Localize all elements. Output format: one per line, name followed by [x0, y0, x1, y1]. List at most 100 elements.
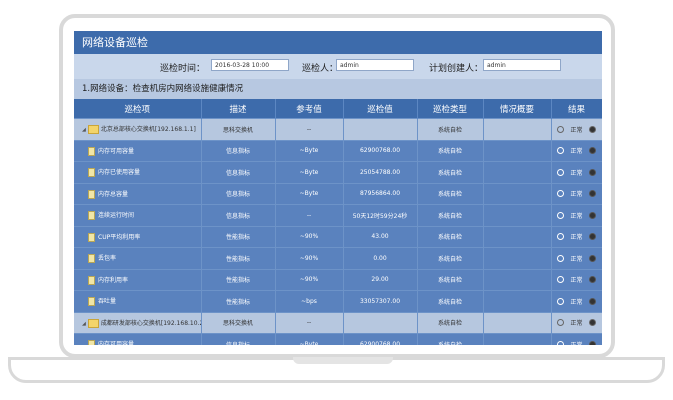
normal-label: 正常	[570, 212, 583, 220]
table-row[interactable]: CUP平均利用率 性能指标 ~90% 43.00 系统自检 正常	[74, 225, 602, 248]
document-icon	[88, 297, 95, 307]
cell-value: 62900768.00	[343, 333, 418, 345]
table-row[interactable]: 丢包率 性能指标 ~90% 0.00 系统自检 正常	[74, 247, 602, 269]
table-row[interactable]: 吞吐量 性能指标 ~bps 33057307.00 系统自检 正常	[74, 290, 602, 312]
normal-radio[interactable]	[556, 211, 564, 219]
normal-radio[interactable]	[556, 233, 564, 241]
abnormal-radio[interactable]	[589, 297, 597, 305]
cell-summary	[483, 247, 552, 269]
table-group-row[interactable]: ◢ 成都研发部核心交换机[192.168.10.23] 思科交换机 -- 系统自检 正常	[74, 311, 602, 334]
cell-ref: ~90%	[275, 268, 344, 291]
cell-item: ◢ 成都研发部核心交换机[192.168.10.23]	[74, 311, 202, 334]
item-name: 吞吐量	[98, 298, 117, 306]
cell-desc: 思科交换机	[201, 118, 276, 140]
cell-item: 内存总容量	[74, 182, 202, 205]
cell-type: 系统自检	[417, 311, 484, 334]
cell-ref: ~90%	[275, 247, 344, 269]
time-input[interactable]: 2016-03-28 10:00	[211, 59, 289, 71]
abnormal-radio[interactable]	[589, 254, 597, 262]
cell-desc: 信息指标	[201, 333, 276, 345]
cell-type: 系统自检	[417, 268, 484, 291]
cell-item: CUP平均利用率	[74, 225, 202, 248]
cell-result: 正常	[551, 118, 602, 140]
folder-icon	[87, 125, 99, 135]
document-icon	[88, 189, 95, 199]
app-screen: 网络设备巡检 巡检时间： 2016-03-28 10:00 巡检人： admin…	[74, 31, 602, 345]
normal-label: 正常	[570, 234, 583, 242]
cell-type: 系统自检	[417, 333, 484, 345]
cell-value: 25054788.00	[343, 161, 418, 183]
cell-type: 系统自检	[417, 161, 484, 183]
normal-label: 正常	[570, 126, 583, 134]
person-input[interactable]: admin	[336, 59, 414, 71]
folder-icon	[87, 318, 99, 328]
cell-desc: 性能指标	[201, 290, 276, 312]
creator-input[interactable]: admin	[483, 59, 561, 71]
table-row[interactable]: 内存可用容量信息指标~Byte62900768.00系统自检正常	[74, 333, 602, 345]
cell-type: 系统自检	[417, 290, 484, 312]
cell-ref: ~Byte	[275, 139, 344, 162]
table-row[interactable]: 内存总容量 信息指标 ~Byte 87956864.00 系统自检 正常	[74, 182, 602, 205]
cell-value	[343, 118, 418, 140]
normal-label: 正常	[570, 320, 583, 328]
cell-ref: ~Byte	[275, 161, 344, 183]
item-name: 成都研发部核心交换机[192.168.10.23]	[100, 319, 201, 327]
item-name: 内存可用容量	[98, 341, 135, 345]
normal-label: 正常	[570, 255, 583, 263]
abnormal-radio[interactable]	[589, 211, 597, 219]
normal-radio[interactable]	[556, 319, 564, 327]
abnormal-radio[interactable]	[589, 276, 597, 284]
abnormal-radio[interactable]	[589, 190, 597, 198]
normal-label: 正常	[570, 169, 583, 177]
table-row[interactable]: 内存可用容量信息指标~Byte62900768.00系统自检正常	[74, 139, 602, 162]
normal-radio[interactable]	[556, 168, 564, 176]
cell-value: 50天12时59分24秒	[343, 204, 418, 226]
document-icon	[88, 340, 95, 345]
filter-bar: 巡检时间： 2016-03-28 10:00 巡检人： admin 计划创建人：…	[74, 54, 602, 79]
cell-desc: 信息指标	[201, 139, 276, 162]
cell-summary	[483, 290, 552, 312]
normal-radio[interactable]	[556, 147, 564, 155]
cell-desc: 信息指标	[201, 182, 276, 205]
cell-ref: ~Byte	[275, 182, 344, 205]
document-icon	[88, 232, 95, 242]
abnormal-radio[interactable]	[589, 233, 597, 241]
window-title: 网络设备巡检	[74, 31, 602, 54]
normal-radio[interactable]	[556, 254, 564, 262]
normal-radio[interactable]	[556, 297, 564, 305]
header-ref: 参考值	[275, 99, 344, 119]
normal-radio[interactable]	[556, 340, 564, 345]
item-name: 连续运行时间	[98, 212, 135, 220]
header-type: 巡检类型	[417, 99, 484, 119]
cell-result: 正常	[551, 311, 602, 334]
cell-type: 系统自检	[417, 225, 484, 248]
normal-radio[interactable]	[556, 276, 564, 284]
table-row[interactable]: 内存已使用容量 信息指标 ~Byte 25054788.00 系统自检 正常	[74, 161, 602, 183]
cell-summary	[483, 311, 552, 334]
abnormal-radio[interactable]	[589, 340, 597, 345]
header-value: 巡检值	[343, 99, 418, 119]
cell-summary	[483, 333, 552, 345]
table-group-row[interactable]: ◢ 北京总部核心交换机[192.168.1.1] 思科交换机 -- 系统自检 正常	[74, 118, 602, 140]
abnormal-radio[interactable]	[589, 125, 597, 133]
cell-value: 29.00	[343, 268, 418, 291]
cell-result: 正常	[551, 161, 602, 183]
abnormal-radio[interactable]	[589, 168, 597, 176]
cell-desc: 性能指标	[201, 247, 276, 269]
table-row[interactable]: 连续运行时间 信息指标 -- 50天12时59分24秒 系统自检 正常	[74, 204, 602, 226]
normal-radio[interactable]	[556, 125, 564, 133]
cell-value: 87956864.00	[343, 182, 418, 205]
cell-value: 0.00	[343, 247, 418, 269]
table-row[interactable]: 内存利用率 性能指标 ~90% 29.00 系统自检 正常	[74, 268, 602, 291]
expand-triangle-icon[interactable]: ◢	[82, 321, 86, 327]
cell-summary	[483, 204, 552, 226]
cell-result: 正常	[551, 290, 602, 312]
expand-triangle-icon[interactable]: ◢	[82, 127, 86, 133]
cell-result: 正常	[551, 139, 602, 162]
abnormal-radio[interactable]	[589, 147, 597, 155]
cell-result: 正常	[551, 204, 602, 226]
abnormal-radio[interactable]	[589, 319, 597, 327]
cell-summary	[483, 139, 552, 162]
cell-type: 系统自检	[417, 204, 484, 226]
normal-radio[interactable]	[556, 190, 564, 198]
